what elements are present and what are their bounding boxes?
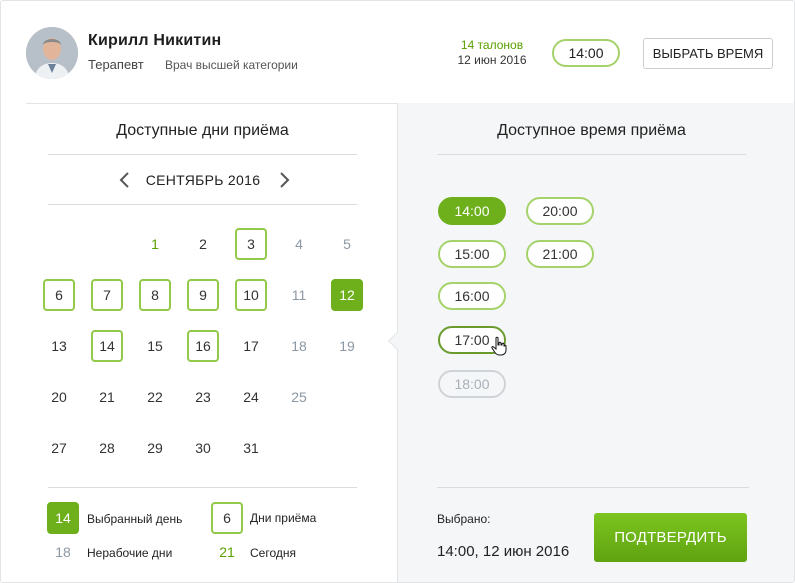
day-cell[interactable]: 30 <box>187 432 219 464</box>
day-cell[interactable]: 1 <box>139 228 171 260</box>
day-cell[interactable]: 29 <box>139 432 171 464</box>
day-cell[interactable]: 3 <box>235 228 267 260</box>
day-cell[interactable]: 23 <box>187 381 219 413</box>
doctor-photo <box>26 27 78 79</box>
day-cell[interactable]: 8 <box>139 279 171 311</box>
day-cell[interactable]: 7 <box>91 279 123 311</box>
prev-month-button[interactable] <box>116 170 134 190</box>
day-cell[interactable]: 14 <box>91 330 123 362</box>
confirm-button[interactable]: ПОДТВЕРДИТЬ <box>594 513 747 562</box>
day-cell[interactable]: 5 <box>331 228 363 260</box>
day-cell[interactable]: 22 <box>139 381 171 413</box>
tickets-count: 14 талонов <box>460 38 524 52</box>
day-cell[interactable]: 18 <box>283 330 315 362</box>
day-cell[interactable]: 19 <box>331 330 363 362</box>
chosen-label: Выбрано: <box>437 512 491 526</box>
time-slot[interactable]: 21:00 <box>526 240 594 268</box>
tickets-date: 12 июн 2016 <box>457 53 527 67</box>
day-cell[interactable]: 20 <box>43 381 75 413</box>
choose-time-button[interactable]: ВЫБРАТЬ ВРЕМЯ <box>643 38 773 69</box>
legend-selected-label: Выбранный день <box>87 512 183 526</box>
day-cell[interactable]: 9 <box>187 279 219 311</box>
legend-selected-swatch: 14 <box>47 502 79 534</box>
legend-available-swatch: 6 <box>211 502 243 534</box>
day-cell[interactable]: 21 <box>91 381 123 413</box>
day-cell[interactable]: 28 <box>91 432 123 464</box>
day-cell[interactable]: 24 <box>235 381 267 413</box>
legend-today-swatch: 21 <box>219 544 235 560</box>
time-title-divider <box>437 154 746 155</box>
day-cell[interactable]: 25 <box>283 381 315 413</box>
legend-off-label: Нерабочие дни <box>87 546 173 560</box>
time-slot[interactable]: 16:00 <box>438 282 506 310</box>
time-slot[interactable]: 14:00 <box>438 197 506 225</box>
hand-pointer-icon <box>491 336 507 356</box>
time-title: Доступное время приёма <box>497 122 686 139</box>
time-slot[interactable]: 20:00 <box>526 197 594 225</box>
month-divider <box>48 204 357 205</box>
doctor-rank: Врач высшей категории <box>165 58 298 72</box>
day-cell[interactable]: 12 <box>331 279 363 311</box>
legend-available-label: Дни приёма <box>250 511 317 525</box>
booking-card: Кирилл Никитин Терапевт Врач высшей кате… <box>0 0 795 583</box>
footer-divider <box>437 487 749 488</box>
calendar-title-divider <box>48 154 357 155</box>
legend-off-swatch: 18 <box>55 544 71 560</box>
day-cell[interactable]: 4 <box>283 228 315 260</box>
month-label: СЕНТЯБРЬ 2016 <box>145 172 261 188</box>
selected-time-badge: 14:00 <box>552 39 620 67</box>
day-cell[interactable]: 16 <box>187 330 219 362</box>
legend-today-label: Сегодня <box>250 546 296 560</box>
day-cell[interactable]: 10 <box>235 279 267 311</box>
next-month-button[interactable] <box>275 170 293 190</box>
time-slot: 18:00 <box>438 370 506 398</box>
day-cell[interactable]: 2 <box>187 228 219 260</box>
calendar-title: Доступные дни приёма <box>116 122 289 139</box>
day-cell[interactable]: 6 <box>43 279 75 311</box>
avatar <box>26 27 78 79</box>
doctor-role: Терапевт <box>88 57 144 72</box>
chevron-right-icon <box>280 172 290 188</box>
time-slot[interactable]: 15:00 <box>438 240 506 268</box>
doctor-name: Кирилл Никитин <box>88 32 222 49</box>
chevron-left-icon <box>119 172 129 188</box>
day-cell[interactable]: 11 <box>283 279 315 311</box>
legend-divider <box>48 487 357 488</box>
day-cell[interactable]: 15 <box>139 330 171 362</box>
chosen-value: 14:00, 12 июн 2016 <box>437 543 570 560</box>
day-cell[interactable]: 31 <box>235 432 267 464</box>
day-cell[interactable]: 27 <box>43 432 75 464</box>
day-cell[interactable]: 13 <box>43 330 75 362</box>
day-cell[interactable]: 17 <box>235 330 267 362</box>
